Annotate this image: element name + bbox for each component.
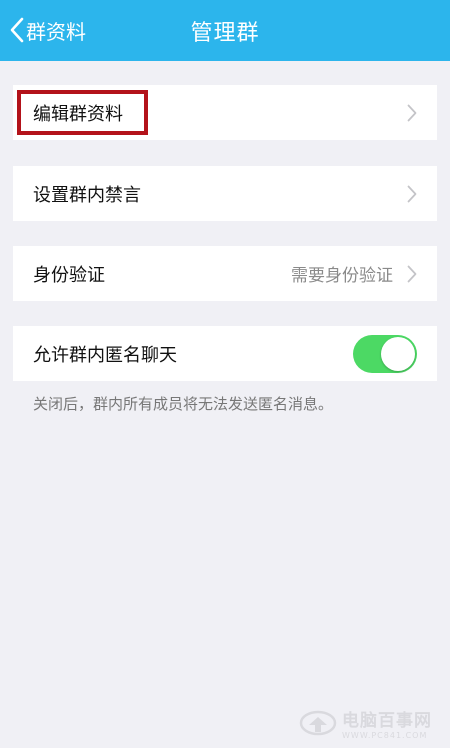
title-bar: 群资料 管理群 <box>0 0 450 61</box>
chevron-left-icon <box>10 17 24 43</box>
chevron-right-icon <box>407 104 417 122</box>
highlight-box <box>17 90 148 135</box>
manage-group-screen: 群资料 管理群 编辑群资料 设置群内禁言 身份验证 需要身份验证 允许群内匿名聊… <box>0 0 450 748</box>
watermark-text: 电脑百事网 <box>342 711 432 731</box>
page-title: 管理群 <box>190 20 260 46</box>
identity-verification-label: 身份验证 <box>33 264 105 286</box>
toggle-knob <box>381 336 415 371</box>
identity-verification-value: 需要身份验证 <box>291 266 393 286</box>
watermark: 电脑百事网 WWW.PC841.COM <box>298 705 448 741</box>
back-button[interactable]: 群资料 <box>10 12 86 48</box>
anonymous-chat-toggle[interactable] <box>353 334 417 373</box>
anonymous-chat-note: 关闭后，群内所有成员将无法发送匿名消息。 <box>33 395 334 413</box>
anonymous-chat-label: 允许群内匿名聊天 <box>33 344 177 366</box>
watermark-logo-icon <box>299 710 337 736</box>
chevron-right-icon <box>407 185 417 203</box>
chevron-right-icon <box>407 265 417 283</box>
back-label: 群资料 <box>26 19 86 44</box>
watermark-url: WWW.PC841.COM <box>342 731 428 740</box>
group-mute-label: 设置群内禁言 <box>33 184 141 206</box>
identity-verification-row[interactable]: 身份验证 需要身份验证 <box>13 246 437 301</box>
anonymous-chat-row: 允许群内匿名聊天 <box>13 326 437 381</box>
group-mute-settings-row[interactable]: 设置群内禁言 <box>13 166 437 221</box>
